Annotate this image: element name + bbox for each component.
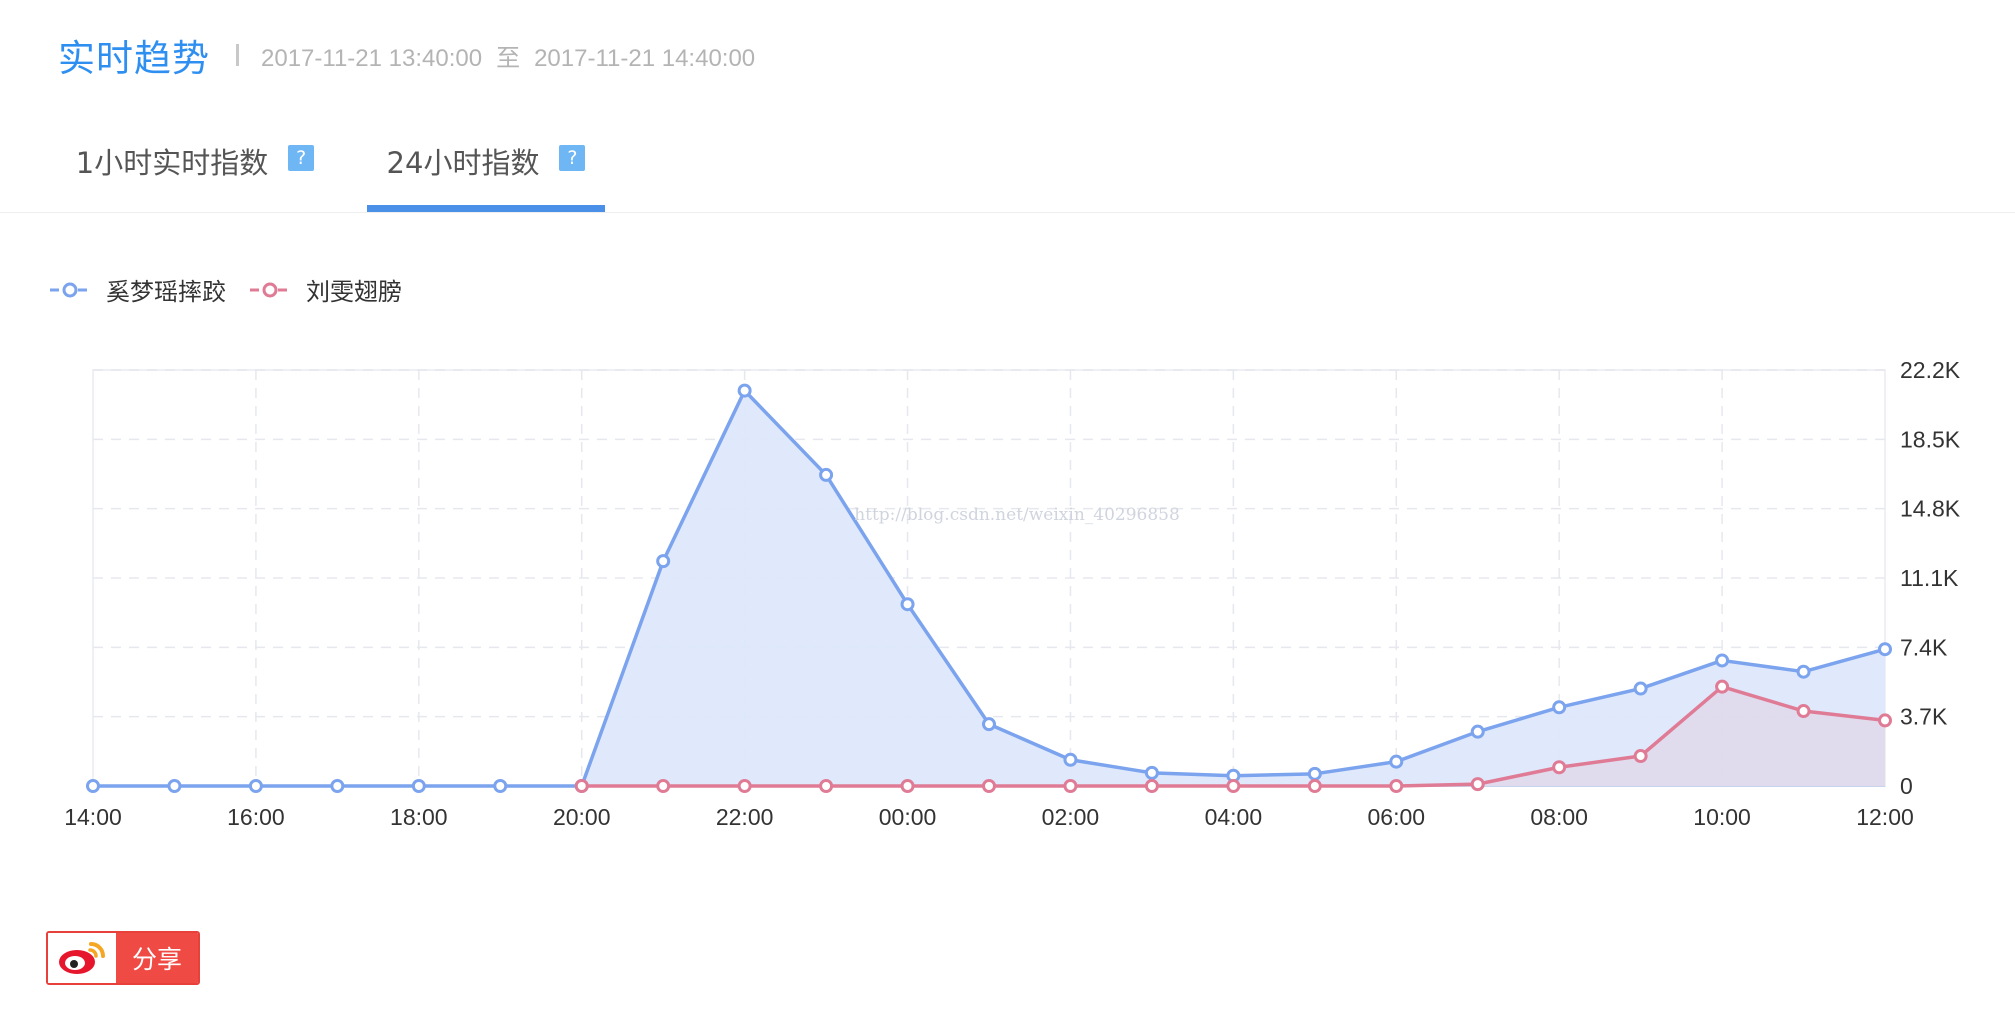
data-point	[248, 779, 263, 793]
chart-legend: 奚梦瑶摔跤 刘雯翅膀	[48, 272, 424, 307]
data-point	[1552, 760, 1567, 775]
data-point	[900, 779, 915, 793]
trend-chart: 0 3.7K 7.4K 11.1K 14.8K 18.5K 22.2K 14:00 16:00 1…	[64, 357, 1961, 830]
data-point	[1715, 679, 1730, 694]
tab-bar: 1小时实时指数 ? 24小时指数 ?	[0, 140, 2015, 213]
range-to: 至	[496, 44, 521, 72]
x-tick-label: 04:00	[1205, 804, 1263, 830]
data-point	[737, 779, 752, 793]
data-point	[1144, 779, 1159, 793]
data-point	[1470, 724, 1485, 739]
tab-label: 1小时实时指数	[75, 146, 269, 180]
data-point	[1144, 765, 1159, 780]
data-point	[900, 597, 915, 612]
title-separator	[236, 44, 239, 66]
watermark-text: http://blog.csdn.net/weixin_40296858	[854, 505, 1180, 525]
data-point	[167, 779, 182, 793]
tab-label: 24小时指数	[386, 146, 540, 180]
legend-line-marker-icon	[50, 282, 90, 297]
x-tick-label: 22:00	[716, 804, 774, 830]
data-point	[1715, 653, 1730, 668]
data-point	[1470, 777, 1485, 792]
data-point	[1389, 754, 1404, 769]
data-point	[656, 779, 671, 793]
data-point	[1796, 664, 1811, 679]
page-title: 实时趋势	[58, 37, 210, 80]
series-line	[93, 388, 1886, 788]
legend-label: 刘雯翅膀	[306, 278, 402, 306]
x-tick-label: 02:00	[1042, 804, 1100, 830]
legend-line-marker-icon	[250, 282, 290, 297]
time-range: 2017-11-21 13:40:00 至 2017-11-21 14:40:00	[261, 38, 755, 73]
series-area	[93, 390, 1885, 786]
help-icon[interactable]: ?	[288, 145, 315, 171]
y-tick-label: 7.4K	[1900, 634, 1948, 660]
plot-frame	[92, 369, 1886, 787]
data-point	[330, 779, 345, 793]
x-tick-label: 12:00	[1856, 804, 1914, 830]
x-tick-label: 16:00	[227, 804, 285, 830]
range-end: 2017-11-21 14:40:00	[534, 44, 756, 72]
data-point	[1063, 752, 1078, 767]
data-point	[1226, 779, 1241, 793]
share-label: 分享	[116, 933, 198, 983]
data-point	[1878, 642, 1892, 657]
active-tab-indicator	[367, 205, 605, 212]
y-tick-label: 0	[1900, 773, 1913, 799]
data-point	[574, 779, 589, 793]
data-point	[574, 779, 589, 793]
weibo-icon	[48, 933, 116, 983]
page-header: 实时趋势 2017-11-21 13:40:00 至 2017-11-21 14:4…	[58, 30, 755, 80]
data-point	[1633, 681, 1648, 696]
data-point	[982, 779, 996, 793]
y-tick-label: 11.1K	[1900, 565, 1959, 591]
data-point	[86, 779, 100, 793]
x-tick-label: 18:00	[390, 804, 448, 830]
help-icon[interactable]: ?	[559, 145, 586, 171]
y-tick-label: 14.8K	[1900, 496, 1961, 522]
x-tick-label: 00:00	[879, 804, 937, 830]
tab-1-hour-index[interactable]: 1小时实时指数 ?	[60, 140, 330, 210]
data-point	[737, 383, 752, 398]
x-tick-label: 14:00	[64, 804, 122, 830]
legend-item-series-1[interactable]: 奚梦瑶摔跤	[48, 272, 226, 307]
data-point	[493, 779, 508, 793]
series-line	[581, 684, 1886, 788]
data-point	[411, 779, 426, 793]
data-point	[1796, 704, 1811, 719]
legend-label: 奚梦瑶摔跤	[106, 278, 226, 306]
tab-24-hour-index[interactable]: 24小时指数 ?	[367, 140, 605, 210]
data-point	[1878, 713, 1892, 728]
data-point	[1307, 779, 1322, 793]
series-area	[581, 686, 1885, 786]
y-tick-label: 3.7K	[1900, 704, 1948, 730]
data-point	[982, 717, 996, 732]
data-point	[819, 779, 834, 793]
data-point	[1633, 749, 1648, 764]
x-tick-label: 08:00	[1530, 804, 1588, 830]
range-start: 2017-11-21 13:40:00	[261, 44, 483, 72]
data-point	[1063, 779, 1078, 793]
y-tick-label: 22.2K	[1900, 357, 1961, 383]
data-point	[819, 467, 834, 482]
data-point	[1226, 768, 1241, 783]
data-point	[1552, 700, 1567, 715]
x-tick-label: 20:00	[553, 804, 611, 830]
data-point	[1389, 779, 1404, 793]
x-tick-label: 10:00	[1693, 804, 1751, 830]
x-tick-label: 06:00	[1367, 804, 1425, 830]
data-point	[656, 554, 671, 569]
y-tick-label: 18.5K	[1900, 426, 1961, 452]
legend-item-series-2[interactable]: 刘雯翅膀	[248, 272, 402, 307]
data-point	[1307, 766, 1322, 781]
weibo-share-button[interactable]: 分享	[46, 931, 200, 985]
